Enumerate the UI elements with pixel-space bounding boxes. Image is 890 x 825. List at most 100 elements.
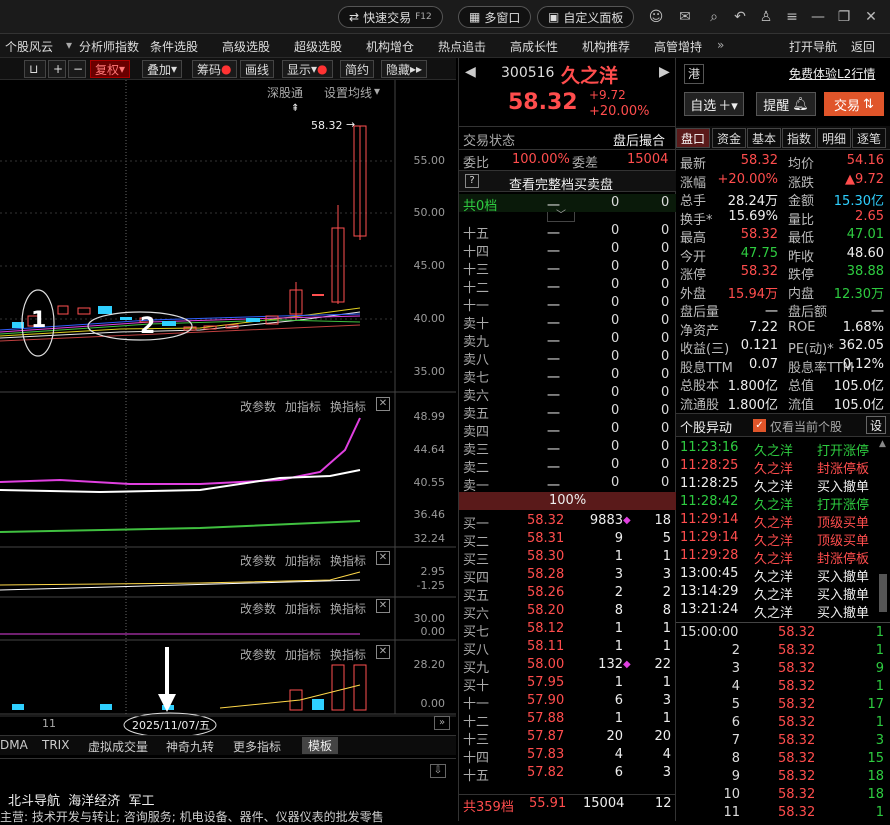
- indicator-tab[interactable]: 虚拟成交量: [88, 738, 148, 755]
- switch-indicator-button[interactable]: 换指标: [330, 398, 366, 415]
- tab-detail[interactable]: 明细: [817, 128, 852, 148]
- movement-row[interactable]: 13:00:45 久之洋 买入撤单: [676, 565, 890, 585]
- settings-button[interactable]: 设: [866, 416, 886, 434]
- menu-item[interactable]: 个股风云: [5, 38, 53, 55]
- display-button[interactable]: 显示 ▾ ●: [282, 60, 333, 78]
- menu-item[interactable]: 高管增持: [654, 38, 702, 55]
- hide-button[interactable]: 隐藏 ▸▸: [381, 60, 428, 78]
- template-tab[interactable]: 模板: [302, 737, 339, 754]
- full-depth-bar[interactable]: ? 查看完整档买卖盘: [459, 170, 677, 193]
- sell-level-row[interactable]: 卖四一 0 0: [459, 420, 677, 440]
- fq-button[interactable]: 复权 ▾: [90, 60, 131, 78]
- restore-icon[interactable]: ❐: [835, 8, 853, 26]
- movement-row[interactable]: 13:21:24 久之洋 买入撤单: [676, 601, 890, 621]
- zoom-in-icon[interactable]: +: [48, 60, 66, 78]
- tab-pankou[interactable]: 盘口: [676, 128, 711, 148]
- indicator-tab[interactable]: 更多指标: [233, 738, 281, 755]
- scroll-up-icon[interactable]: ▲: [879, 439, 886, 449]
- lock-icon[interactable]: ⊔: [24, 60, 46, 78]
- news-tags[interactable]: 北斗导航 海洋经济 军工: [8, 790, 155, 809]
- buy-level-row[interactable]: 买一 58.32 9883 ◆ 18: [459, 512, 677, 532]
- switch-indicator-button[interactable]: 换指标: [330, 552, 366, 569]
- undo-icon[interactable]: ↶: [731, 8, 749, 26]
- indicator-tab[interactable]: TRIX: [42, 738, 69, 752]
- hk-badge[interactable]: 港: [684, 64, 704, 84]
- edit-params-button[interactable]: 改参数: [240, 398, 276, 415]
- draw-button[interactable]: 画线: [240, 60, 275, 78]
- sell-level-row[interactable]: 卖二一 0 0: [459, 456, 677, 476]
- movement-row[interactable]: 11:28:42 久之洋 打开涨停: [676, 493, 890, 513]
- multi-window-button[interactable]: ▦ 多窗口: [458, 6, 532, 28]
- mail-icon[interactable]: ✉: [676, 8, 694, 26]
- add-indicator-button[interactable]: 加指标: [285, 552, 321, 569]
- more-icon[interactable]: »: [717, 38, 724, 52]
- buy-level-row[interactable]: 十一 57.90 6 3: [459, 692, 677, 712]
- switch-indicator-button[interactable]: 换指标: [330, 646, 366, 663]
- menu-item[interactable]: 热点追击: [438, 38, 486, 55]
- close-icon[interactable]: ✕: [862, 8, 880, 26]
- indicator-tab[interactable]: DMA: [0, 738, 28, 752]
- quick-trade-button[interactable]: ⇄ 快速交易 F12: [338, 6, 443, 28]
- buy-level-row[interactable]: 十三 57.87 20 20: [459, 728, 677, 748]
- buy-level-row[interactable]: 买五 58.26 2 2: [459, 584, 677, 604]
- close-icon[interactable]: ✕: [376, 551, 390, 565]
- download-icon[interactable]: ⇩: [430, 764, 446, 778]
- buy-level-row[interactable]: 十二 57.88 1 1: [459, 710, 677, 730]
- edit-params-button[interactable]: 改参数: [240, 552, 276, 569]
- shirt-icon[interactable]: ♙: [757, 8, 775, 26]
- chevron-down-icon[interactable]: ▾: [374, 84, 380, 98]
- back-button[interactable]: 返回: [851, 38, 875, 55]
- menu-item[interactable]: 条件选股: [150, 38, 198, 55]
- user-icon[interactable]: ☺: [647, 8, 665, 26]
- trade-button[interactable]: 交易 ⇅: [824, 92, 884, 116]
- close-icon[interactable]: ✕: [376, 645, 390, 659]
- indicator-tab[interactable]: 神奇九转: [166, 738, 214, 755]
- deep-connect-label[interactable]: 深股通: [267, 84, 303, 101]
- checkbox-icon[interactable]: ✓: [753, 419, 766, 432]
- movement-row[interactable]: 11:29:14 久之洋 顶级买单: [676, 511, 890, 531]
- full-depth-link[interactable]: 查看完整档买卖盘: [509, 174, 613, 193]
- prev-stock-icon[interactable]: ◀: [465, 64, 476, 80]
- sell-level-row[interactable]: 卖九一 0 0: [459, 330, 677, 350]
- kline-chart[interactable]: 深股通 设置均线 ▾ 58.32 → ⇞ 55.00 50.00 45.00 4…: [0, 80, 456, 740]
- l2-link[interactable]: 免费体验L2行情: [789, 65, 875, 82]
- zoom-out-icon[interactable]: −: [68, 60, 86, 78]
- sell-level-row[interactable]: 十二一 0 0: [459, 276, 677, 296]
- add-indicator-button[interactable]: 加指标: [285, 646, 321, 663]
- add-indicator-button[interactable]: 加指标: [285, 398, 321, 415]
- buy-level-row[interactable]: 买三 58.30 1 1: [459, 548, 677, 568]
- buy-level-row[interactable]: 买十 57.95 1 1: [459, 674, 677, 694]
- edit-params-button[interactable]: 改参数: [240, 600, 276, 617]
- menu-item[interactable]: 分析师指数: [79, 38, 139, 55]
- sell-level-row[interactable]: 十五一 0 0: [459, 222, 677, 242]
- buy-level-row[interactable]: 买四 58.28 3 3: [459, 566, 677, 586]
- movement-row[interactable]: 11:23:16 久之洋 打开涨停: [676, 439, 890, 459]
- menu-item[interactable]: 高级选股: [222, 38, 270, 55]
- help-icon[interactable]: ?: [465, 174, 479, 188]
- alert-button[interactable]: 提醒 🔔︎: [756, 92, 816, 116]
- custom-panel-button[interactable]: ▣ 自定义面板: [537, 6, 635, 28]
- tab-index[interactable]: 指数: [782, 128, 817, 148]
- sell-level-row[interactable]: 卖六一 0 0: [459, 384, 677, 404]
- switch-indicator-button[interactable]: 换指标: [330, 600, 366, 617]
- sell-level-row[interactable]: 卖八一 0 0: [459, 348, 677, 368]
- minimize-icon[interactable]: —: [809, 8, 827, 26]
- expand-icon[interactable]: »: [434, 716, 450, 730]
- buy-level-row[interactable]: 买六 58.20 8 8: [459, 602, 677, 622]
- simple-button[interactable]: 简约: [340, 60, 375, 78]
- scrollbar-thumb[interactable]: [879, 574, 887, 612]
- tab-tick[interactable]: 逐笔: [852, 128, 887, 148]
- movement-row[interactable]: 11:29:14 久之洋 顶级买单: [676, 529, 890, 549]
- menu-item[interactable]: 高成长性: [510, 38, 558, 55]
- only-current-label[interactable]: 仅看当前个股: [770, 418, 842, 435]
- menu-item[interactable]: 机构增仓: [366, 38, 414, 55]
- sell-level-row[interactable]: 卖一一 0 0: [459, 474, 677, 494]
- menu-item[interactable]: 超级选股: [294, 38, 342, 55]
- buy-level-row[interactable]: 买二 58.31 9 5: [459, 530, 677, 550]
- edit-params-button[interactable]: 改参数: [240, 646, 276, 663]
- news-line[interactable]: 主营: 技术开发与转让; 咨询服务; 机电设备、器件、仪器仪表的批发零售: [0, 808, 456, 825]
- tab-capital[interactable]: 资金: [712, 128, 747, 148]
- search-icon[interactable]: ⌕: [705, 8, 723, 26]
- overlay-button[interactable]: 叠加 ▾: [142, 60, 183, 78]
- next-stock-icon[interactable]: ▶: [659, 64, 670, 80]
